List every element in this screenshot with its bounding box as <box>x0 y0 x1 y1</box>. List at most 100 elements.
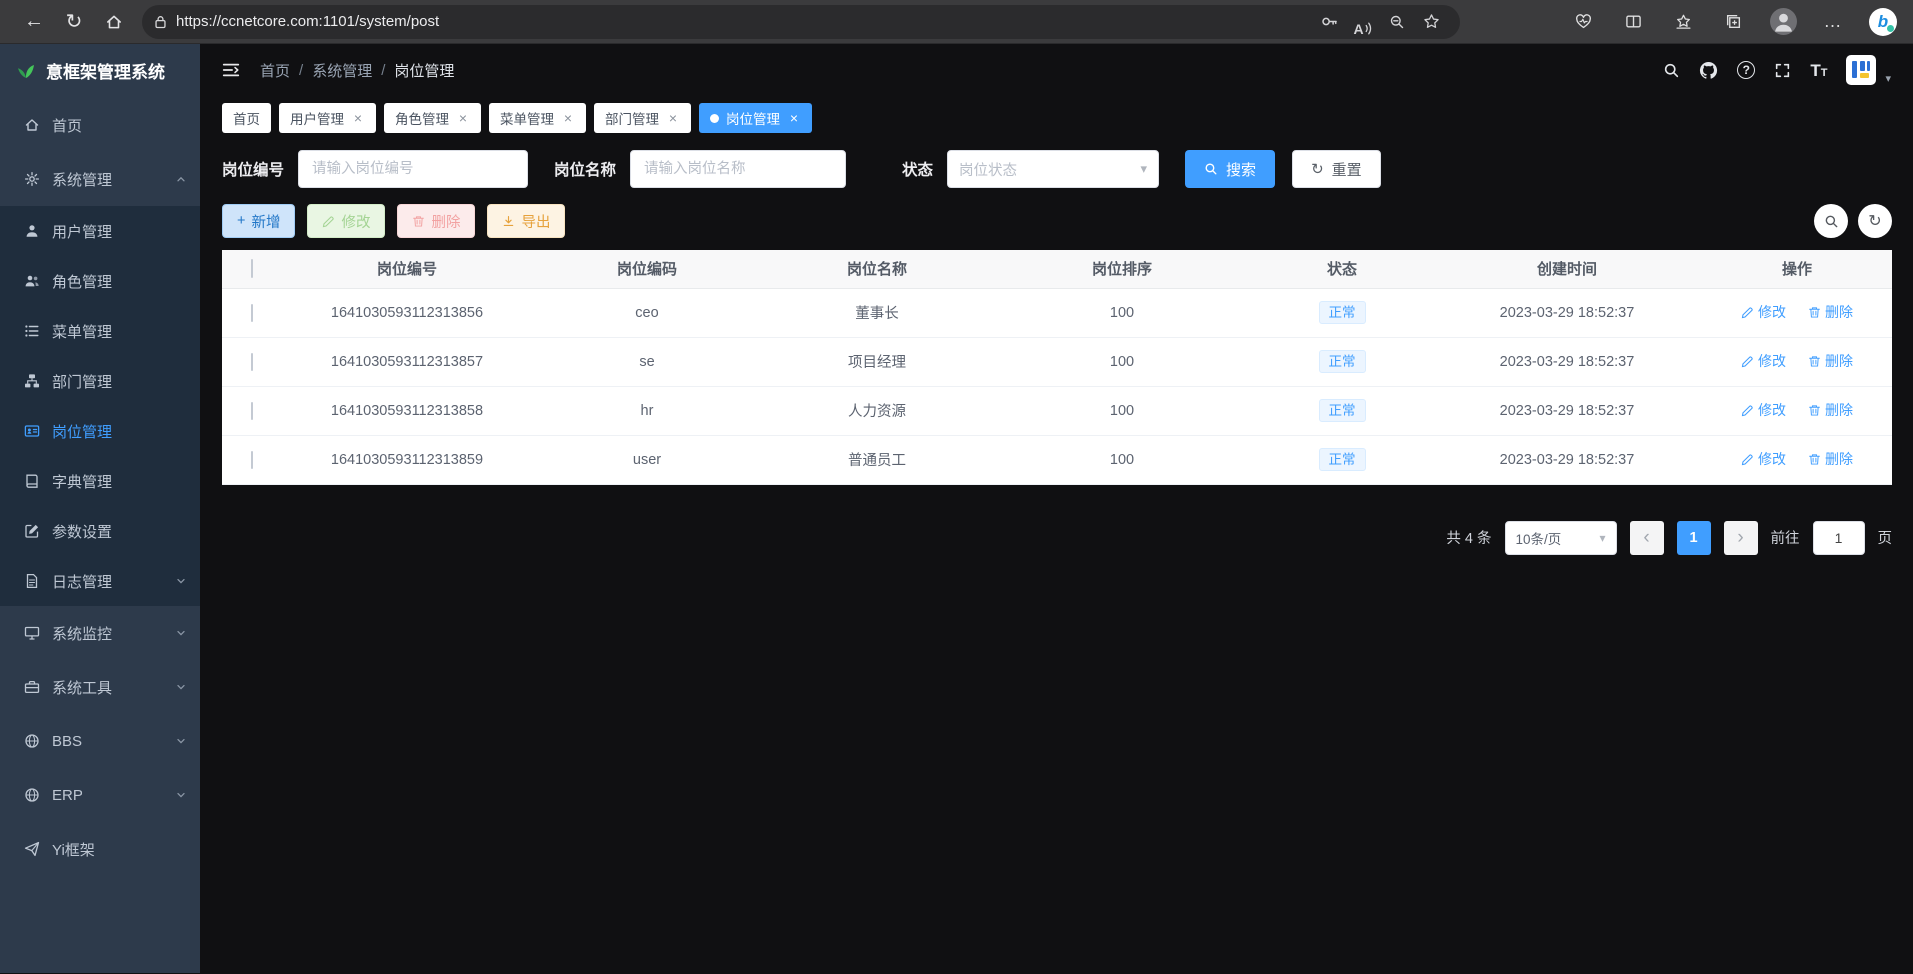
help-icon[interactable]: ? <box>1737 61 1755 79</box>
search-icon <box>1204 162 1218 176</box>
breadcrumb-separator: / <box>381 62 385 79</box>
row-delete-link[interactable]: 删除 <box>1808 400 1853 420</box>
post-name-input[interactable] <box>630 150 846 188</box>
breadcrumb-item[interactable]: 首页 <box>260 60 290 81</box>
search-button[interactable]: 搜索 <box>1185 150 1275 188</box>
row-edit-link[interactable]: 修改 <box>1741 351 1786 371</box>
read-aloud-icon[interactable]: A <box>1346 8 1380 36</box>
password-key-icon[interactable] <box>1312 8 1346 36</box>
browser-refresh-button[interactable]: ↻ <box>54 4 94 40</box>
add-button[interactable]: + 新增 <box>222 204 295 238</box>
favorites-icon[interactable] <box>1665 5 1701 39</box>
page-size-select[interactable]: 10条/页 ▾ <box>1505 521 1617 555</box>
breadcrumb-item[interactable]: 系统管理 <box>312 60 372 81</box>
gear-icon <box>24 171 40 187</box>
status-select[interactable]: 岗位状态 ▾ <box>947 150 1159 188</box>
close-icon[interactable]: × <box>561 111 575 125</box>
zoom-icon[interactable] <box>1380 8 1414 36</box>
row-delete-link[interactable]: 删除 <box>1808 449 1853 469</box>
close-icon[interactable]: × <box>351 111 365 125</box>
cell-post-id: 1641030593112313858 <box>282 386 532 435</box>
tab-posts-active[interactable]: 岗位管理 × <box>699 103 812 133</box>
sidebar-item-label: 岗位管理 <box>52 421 186 442</box>
sidebar-item-posts[interactable]: 岗位管理 <box>0 406 200 456</box>
row-delete-link[interactable]: 删除 <box>1808 351 1853 371</box>
list-icon <box>24 323 40 339</box>
paper-plane-icon <box>24 841 40 857</box>
browser-essentials-icon[interactable] <box>1565 5 1601 39</box>
font-size-icon[interactable]: TT <box>1810 62 1827 79</box>
cell-post-name: 普通员工 <box>762 435 992 484</box>
search-icon[interactable] <box>1663 62 1680 79</box>
breadcrumb-item-current: 岗位管理 <box>394 60 454 81</box>
search-icon <box>1824 214 1839 229</box>
reset-button[interactable]: ↻ 重置 <box>1292 150 1381 188</box>
bing-copilot-icon[interactable]: b <box>1865 5 1901 39</box>
sidebar-item-home[interactable]: 首页 <box>0 98 200 152</box>
split-screen-icon[interactable] <box>1615 5 1651 39</box>
row-checkbox[interactable] <box>251 353 253 371</box>
delete-button[interactable]: 删除 <box>397 204 475 238</box>
sidebar-item-menus[interactable]: 菜单管理 <box>0 306 200 356</box>
sidebar-item-tools[interactable]: 系统工具 <box>0 660 200 714</box>
add-favorite-star-icon[interactable] <box>1414 8 1448 36</box>
sidebar-item-label: BBS <box>52 733 164 750</box>
row-delete-link[interactable]: 删除 <box>1808 302 1853 322</box>
post-id-input[interactable] <box>298 150 528 188</box>
current-page-button[interactable]: 1 <box>1677 521 1711 555</box>
sidebar-item-logs[interactable]: 日志管理 <box>0 556 200 606</box>
browser-profile-avatar[interactable] <box>1765 5 1801 39</box>
row-edit-link[interactable]: 修改 <box>1741 302 1786 322</box>
sidebar-item-roles[interactable]: 角色管理 <box>0 256 200 306</box>
fullscreen-icon[interactable] <box>1774 62 1791 79</box>
browser-menu-icon[interactable]: … <box>1815 5 1851 39</box>
user-icon <box>24 223 40 239</box>
sidebar-collapse-icon[interactable] <box>222 61 240 79</box>
row-edit-link[interactable]: 修改 <box>1741 449 1786 469</box>
sidebar-item-users[interactable]: 用户管理 <box>0 206 200 256</box>
close-icon[interactable]: × <box>456 111 470 125</box>
export-button[interactable]: 导出 <box>487 204 565 238</box>
sidebar-item-label: 用户管理 <box>52 221 186 242</box>
tab-label: 菜单管理 <box>500 108 554 128</box>
close-icon[interactable]: × <box>666 111 680 125</box>
row-checkbox[interactable] <box>251 451 253 469</box>
sidebar-item-system[interactable]: 系统管理 <box>0 152 200 206</box>
prev-page-button[interactable]: ‹ <box>1630 521 1664 555</box>
edit-button[interactable]: 修改 <box>307 204 385 238</box>
tab-departments[interactable]: 部门管理 × <box>594 103 691 133</box>
user-avatar[interactable] <box>1846 55 1876 85</box>
browser-back-button[interactable]: ← <box>14 4 54 40</box>
app-logo[interactable]: 意框架管理系统 <box>0 44 200 96</box>
tab-menus[interactable]: 菜单管理 × <box>489 103 586 133</box>
sidebar-item-monitor[interactable]: 系统监控 <box>0 606 200 660</box>
url-text[interactable]: https://ccnetcore.com:1101/system/post <box>176 13 1312 30</box>
tab-home[interactable]: 首页 <box>222 103 271 133</box>
caret-down-icon[interactable]: ▾ <box>1885 72 1891 85</box>
row-edit-link[interactable]: 修改 <box>1741 400 1786 420</box>
sidebar-item-dictionary[interactable]: 字典管理 <box>0 456 200 506</box>
refresh-table-button[interactable]: ↻ <box>1858 204 1892 238</box>
sidebar-item-yi-framework[interactable]: Yi框架 <box>0 822 200 876</box>
sidebar-item-departments[interactable]: 部门管理 <box>0 356 200 406</box>
row-checkbox[interactable] <box>251 304 253 322</box>
sidebar-item-parameters[interactable]: 参数设置 <box>0 506 200 556</box>
next-page-button[interactable]: › <box>1724 521 1758 555</box>
row-checkbox[interactable] <box>251 402 253 420</box>
app-title: 意框架管理系统 <box>46 58 165 83</box>
show-search-button[interactable] <box>1814 204 1848 238</box>
tab-users[interactable]: 用户管理 × <box>279 103 376 133</box>
sidebar-item-label: ERP <box>52 787 164 804</box>
sidebar-item-erp[interactable]: ERP <box>0 768 200 822</box>
github-icon[interactable] <box>1699 61 1718 80</box>
tab-roles[interactable]: 角色管理 × <box>384 103 481 133</box>
sidebar-item-bbs[interactable]: BBS <box>0 714 200 768</box>
trash-icon <box>1808 355 1821 368</box>
goto-page-input[interactable] <box>1813 521 1865 555</box>
collections-icon[interactable] <box>1715 5 1751 39</box>
cell-post-sort: 100 <box>992 337 1252 386</box>
close-icon[interactable]: × <box>787 111 801 125</box>
address-bar[interactable]: https://ccnetcore.com:1101/system/post A <box>142 5 1460 39</box>
browser-home-button[interactable] <box>94 4 134 40</box>
select-all-checkbox[interactable] <box>251 259 253 278</box>
